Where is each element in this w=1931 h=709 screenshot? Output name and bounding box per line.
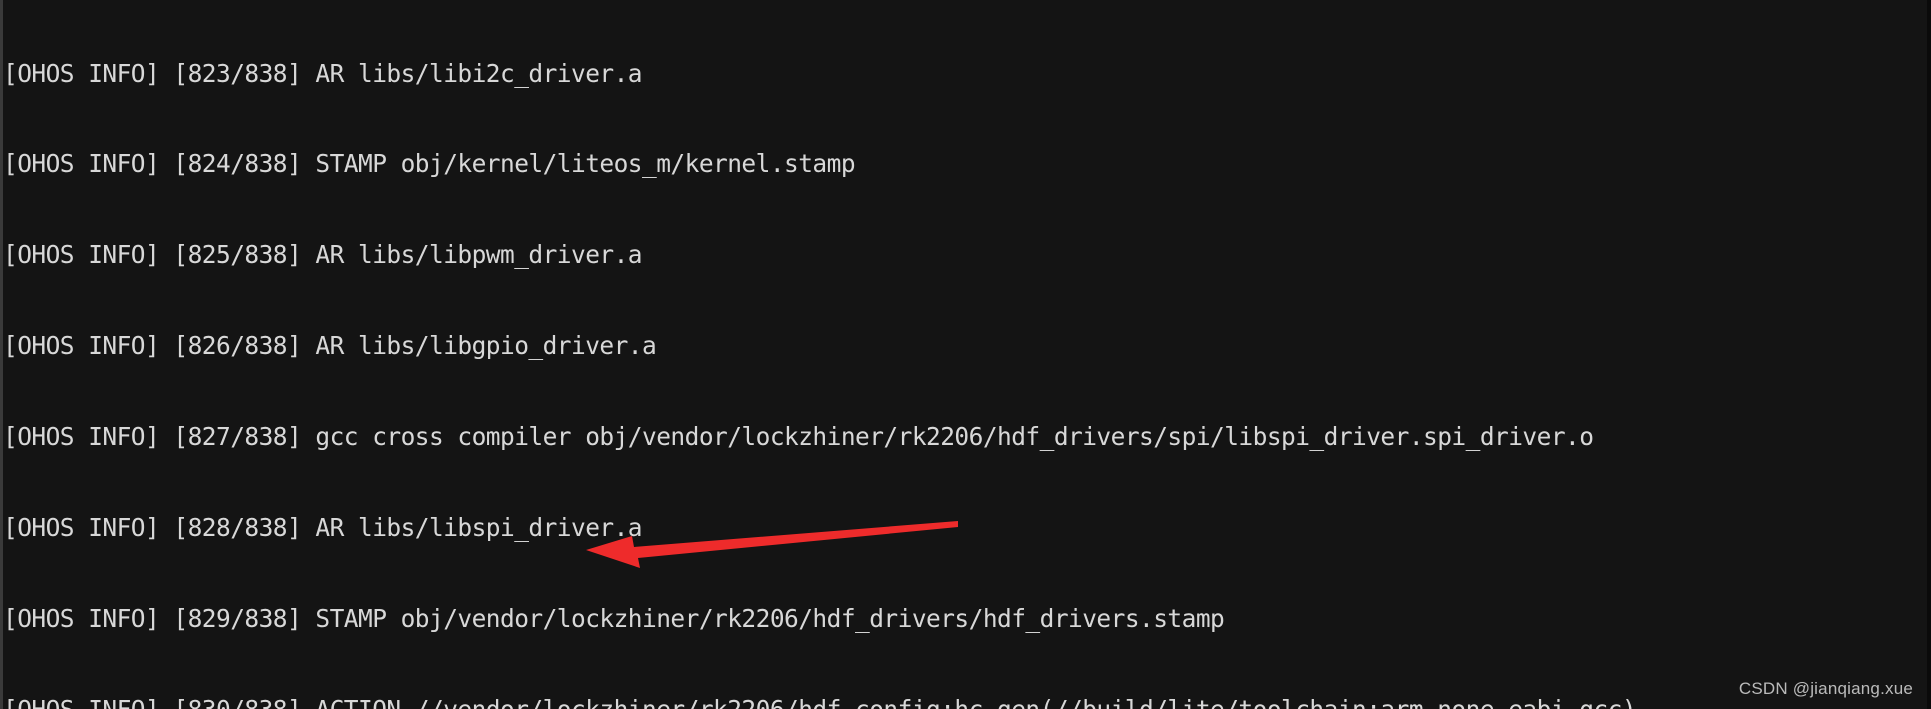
log-line: [OHOS INFO] [824/838] STAMP obj/kernel/l…	[3, 149, 856, 179]
csdn-watermark: CSDN @jianqiang.xue	[1738, 679, 1913, 698]
log-line: [OHOS INFO] [826/838] AR libs/libgpio_dr…	[3, 331, 657, 361]
log-line: [OHOS INFO] [829/838] STAMP obj/vendor/l…	[3, 603, 1225, 633]
terminal-output[interactable]: [OHOS INFO] [823/838] AR libs/libi2c_dri…	[3, 0, 1927, 709]
log-line: [OHOS INFO] [823/838] AR libs/libi2c_dri…	[3, 58, 643, 88]
log-line: [OHOS INFO] [828/838] AR libs/libspi_dri…	[3, 513, 643, 543]
terminal-window: [OHOS INFO] [823/838] AR libs/libi2c_dri…	[0, 0, 1931, 709]
log-line: [OHOS INFO] [830/838] ACTION //vendor/lo…	[3, 695, 1927, 709]
log-line: [OHOS INFO] [825/838] AR libs/libpwm_dri…	[3, 240, 643, 270]
log-line: [OHOS INFO] [827/838] gcc cross compiler…	[3, 422, 1594, 452]
window-right-border	[1927, 0, 1931, 709]
